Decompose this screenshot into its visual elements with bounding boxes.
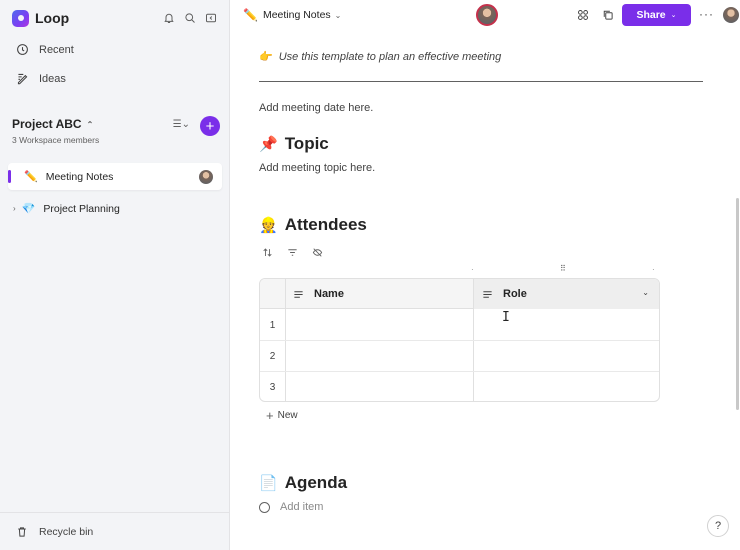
chevron-up-down-icon: ⌃: [86, 119, 94, 129]
plus-icon: +: [205, 117, 215, 135]
collaborator-avatar[interactable]: [476, 4, 498, 26]
page-label: Meeting Notes: [45, 170, 114, 183]
column-header-name[interactable]: Name: [293, 279, 344, 309]
pointing-hand-icon: 👉: [259, 51, 273, 63]
sort-pages-icon[interactable]: ☰⌄: [173, 119, 190, 130]
recycle-bin-label: Recycle bin: [39, 525, 94, 538]
plus-icon: +: [266, 408, 274, 423]
table-header: Name Role ⌄: [260, 279, 659, 309]
row-number: 3: [269, 382, 276, 393]
add-row-button[interactable]: + New: [266, 408, 298, 423]
pushpin-icon: 📌: [259, 136, 278, 153]
doc-canvas: 👉 Use this template to plan an effective…: [259, 32, 704, 550]
table-row[interactable]: 3: [260, 372, 659, 401]
doc-title: Meeting Notes: [262, 9, 331, 21]
column-label: Role: [503, 288, 527, 300]
ideas-icon: [17, 73, 28, 85]
recycle-bin[interactable]: Recycle bin: [0, 512, 229, 550]
nav-item-label: Ideas: [39, 72, 66, 85]
app-header: Loop: [12, 8, 217, 28]
search-icon[interactable]: [184, 12, 196, 24]
trash-icon: [18, 526, 26, 537]
checkbox-circle-icon[interactable]: [259, 501, 270, 513]
sidebar-page-meeting-notes[interactable]: ✏️ Meeting Notes: [8, 163, 222, 190]
table-row[interactable]: 2: [260, 341, 659, 372]
topic-placeholder[interactable]: Add meeting topic here.: [259, 162, 375, 174]
document-icon: 📄: [259, 475, 278, 492]
template-tip: 👉 Use this template to plan an effective…: [259, 50, 502, 64]
project-name: Project ABC: [12, 117, 82, 131]
divider: [259, 81, 703, 82]
pencil-icon: ✏️: [24, 171, 38, 183]
column-handle-dot[interactable]: ·: [652, 265, 655, 274]
doc-title-menu[interactable]: ✏️ Meeting Notes ⌄: [243, 8, 341, 22]
agenda-placeholder: Add item: [280, 501, 324, 513]
app-name: Loop: [35, 10, 70, 26]
collapse-sidebar-icon[interactable]: [205, 12, 217, 24]
chevron-down-icon[interactable]: ⌄: [642, 288, 649, 297]
help-button[interactable]: ?: [707, 515, 729, 537]
heading-text: Agenda: [284, 473, 348, 492]
copy-icon[interactable]: [602, 9, 614, 21]
scrollbar[interactable]: [734, 32, 740, 550]
share-button[interactable]: Share ⌄: [622, 4, 691, 26]
text-column-icon: [483, 290, 492, 298]
chevron-down-icon: ⌄: [334, 10, 342, 20]
pencil-icon: ✏️: [243, 8, 258, 22]
nav-item-label: Recent: [39, 43, 74, 56]
attendees-table: Name Role ⌄ 1 2 3: [259, 278, 660, 402]
agenda-heading[interactable]: 📄 Agenda: [259, 473, 347, 493]
worker-icon: 👷: [259, 217, 278, 234]
text-column-icon: [294, 290, 303, 298]
heading-text: Topic: [284, 134, 329, 153]
topic-heading[interactable]: 📌 Topic: [259, 134, 329, 154]
sidebar-page-project-planning[interactable]: › 💎 Project Planning: [8, 195, 222, 222]
tip-text: Use this template to plan an effective m…: [278, 50, 502, 63]
column-label: Name: [314, 288, 344, 300]
sidebar: Loop Recent Ideas Project ABC ⌃ 3 Worksp…: [0, 0, 230, 550]
share-label: Share: [636, 9, 666, 21]
chevron-right-icon[interactable]: ›: [13, 204, 16, 213]
gem-icon: 💎: [21, 203, 36, 215]
new-row-label: New: [277, 410, 298, 421]
nav-item-recent[interactable]: Recent: [16, 43, 74, 56]
avatar: [199, 169, 213, 184]
add-page-button[interactable]: +: [200, 116, 220, 136]
sort-icon[interactable]: [262, 247, 273, 258]
project-header: Project ABC ⌃ 3 Workspace members ☰⌄ +: [12, 116, 221, 149]
attendees-heading[interactable]: 👷 Attendees: [259, 215, 367, 235]
apps-icon[interactable]: [577, 9, 589, 21]
hide-icon[interactable]: [312, 247, 323, 258]
doc-header: ✏️ Meeting Notes ⌄ Share ⌄ ···: [230, 0, 740, 32]
row-number: 1: [269, 320, 276, 331]
nav-item-ideas[interactable]: Ideas: [16, 72, 66, 85]
workspace-members: 3 Workspace members: [12, 135, 100, 145]
heading-text: Attendees: [284, 215, 367, 234]
clock-icon: [17, 44, 28, 55]
date-placeholder[interactable]: Add meeting date here.: [259, 102, 373, 114]
loop-logo-icon: [12, 9, 29, 27]
more-options-icon[interactable]: ···: [699, 7, 714, 21]
agenda-checklist-item[interactable]: Add item: [259, 501, 323, 513]
text-cursor-icon: I: [502, 310, 510, 325]
column-handle-dot[interactable]: ·: [471, 265, 474, 274]
table-row[interactable]: 1: [260, 310, 659, 341]
row-number: 2: [269, 351, 276, 362]
user-avatar[interactable]: [723, 7, 739, 23]
filter-icon[interactable]: [287, 247, 298, 258]
column-header-role[interactable]: Role: [482, 279, 527, 309]
drag-handle-icon[interactable]: ⠿: [560, 264, 566, 273]
chevron-down-icon: ⌄: [670, 12, 677, 19]
table-toolbar: [262, 247, 323, 258]
page-label: Project Planning: [43, 202, 120, 215]
scrollbar-thumb[interactable]: [736, 198, 739, 410]
bell-icon[interactable]: [163, 12, 175, 24]
